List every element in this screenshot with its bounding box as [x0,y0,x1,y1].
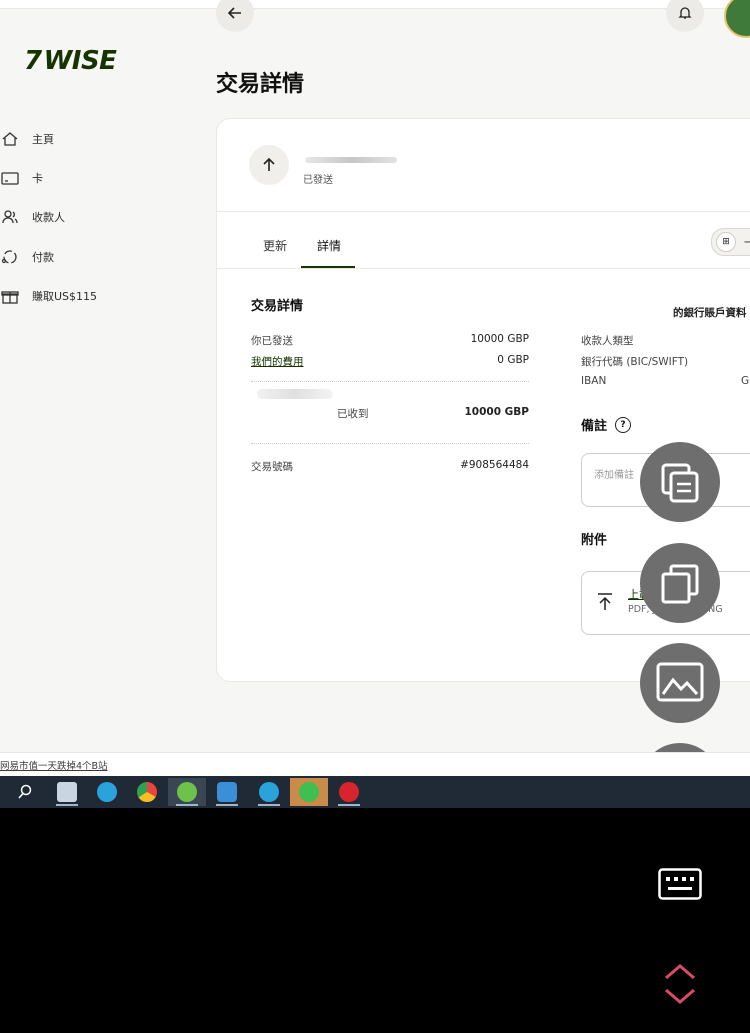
telegram-icon [97,782,117,802]
image-icon [656,662,704,702]
taskbar-search[interactable] [6,778,44,806]
sidebar-item-earn[interactable]: 賺取US$115 [0,284,97,308]
back-button[interactable] [216,0,254,32]
details-title: 交易詳情 [251,299,304,314]
sidebar-item-label: 付款 [32,251,54,264]
copy-button[interactable] [640,543,720,623]
payments-icon [0,247,20,267]
taskbar-app-blue[interactable] [208,778,246,806]
grid-icon: ⊞ [716,232,736,252]
recipients-icon [0,207,20,227]
explorer-icon [57,782,77,802]
avatar[interactable] [724,0,750,38]
redacted-recipient-name [305,157,397,163]
received-value: 10000 GBP [464,406,529,418]
logo-text: WISE [43,46,117,76]
reference-row: 交易號碼 #908564484 [251,459,529,474]
divider [217,268,750,269]
clipboard-button[interactable] [640,442,720,522]
notifications-button[interactable] [666,0,704,32]
sidebar-item-label: 卡 [32,172,43,185]
recipient-bank-title: 的銀行賬戶資料 [673,307,747,319]
divider [217,211,750,212]
notes-title: 備註 ? [581,415,632,434]
arrow-left-icon [227,7,241,19]
you-sent-label: 你已發送 [251,335,293,347]
sidebar-item-label: 收款人 [32,211,65,224]
wechat-icon [299,782,319,802]
top-strip [0,0,750,9]
sidebar-item-card[interactable]: 卡 [0,166,43,190]
wise-flag-icon: 7 [24,46,42,76]
taskbar-app-telegram-2[interactable] [250,778,288,806]
wise-logo[interactable]: 7WISE [24,46,117,76]
received-label: 已收到 [337,408,369,420]
redacted-name [257,389,333,399]
tab-updates[interactable]: 更新 [263,237,287,254]
running-indicator [56,804,78,806]
sidebar-item-home[interactable]: 主頁 [0,127,54,151]
transfer-status: 已發送 [303,175,333,186]
image-button[interactable] [640,643,720,723]
page-title: 交易詳情 [216,72,305,97]
tab-details[interactable]: 詳情 [317,237,341,254]
running-indicator [338,804,360,806]
you-sent-row: 你已發送 10000 GBP [251,333,529,348]
red-app-icon [339,782,359,802]
received-row: 已收到 10000 GBP [251,406,529,421]
view-toggle-label: 一 [744,236,750,249]
sidebar-item-recipients[interactable]: 收款人 [0,205,65,229]
telegram-icon [259,782,279,802]
taskbar-app-telegram[interactable] [88,778,126,806]
you-sent-value: 10000 GBP [470,333,529,345]
taskbar-app-explorer[interactable] [48,778,86,806]
view-toggle[interactable]: ⊞ 一 [711,228,750,256]
card-icon [0,168,20,188]
reference-value: #908564484 [460,459,529,471]
sidebar-item-label: 賺取US$115 [32,290,98,303]
recipient-type-label: 收款人類型 [581,335,634,347]
running-indicator [216,804,238,806]
green-app-icon [177,782,197,802]
browser-screen: 7WISE 主頁 卡 收款人 付款 賺取US$115 交易詳情 已發送 更新 詳… [0,0,750,808]
iban-value: GI [741,375,750,387]
running-indicator [176,804,198,806]
help-icon[interactable]: ? [615,416,632,433]
taskbar-app-green[interactable] [168,778,206,806]
status-bar [0,752,750,777]
news-link[interactable]: 网易市值一天跌掉4个B站 [0,758,108,772]
clipboard-icon [661,463,699,503]
notes-title-text: 備註 [581,419,608,434]
home-icon [0,129,20,149]
taskbar-app-red[interactable] [330,778,368,806]
search-icon [18,784,32,799]
sidebar-item-label: 主頁 [32,133,54,146]
notes-placeholder: 添加備註 [594,470,634,481]
sidebar-item-payments[interactable]: 付款 [0,245,54,269]
bic-label: 銀行代碼 (BIC/SWIFT) [581,356,689,368]
arrow-up-icon [263,157,275,171]
fee-link[interactable]: 我們的費用 [251,354,304,369]
copy-icon [661,564,699,604]
attachments-title: 附件 [581,533,608,548]
keyboard-toggle-icon[interactable] [658,868,702,900]
running-indicator [258,804,280,806]
gift-icon [0,286,20,306]
expand-collapse-icon[interactable] [662,962,698,1006]
upload-icon [598,593,612,610]
dotted-divider [251,443,529,444]
transfer-direction-badge [249,145,289,185]
dotted-divider [251,381,529,382]
bell-icon [678,7,692,19]
reference-label: 交易號碼 [251,461,293,473]
taskbar-app-wechat[interactable] [290,778,328,806]
taskbar-app-chrome[interactable] [128,778,166,806]
fee-value: 0 GBP [497,354,529,366]
blue-app-icon [217,782,237,802]
iban-label: IBAN [581,375,607,387]
fee-row: 我們的費用 0 GBP [251,354,529,369]
chrome-icon [134,779,160,805]
